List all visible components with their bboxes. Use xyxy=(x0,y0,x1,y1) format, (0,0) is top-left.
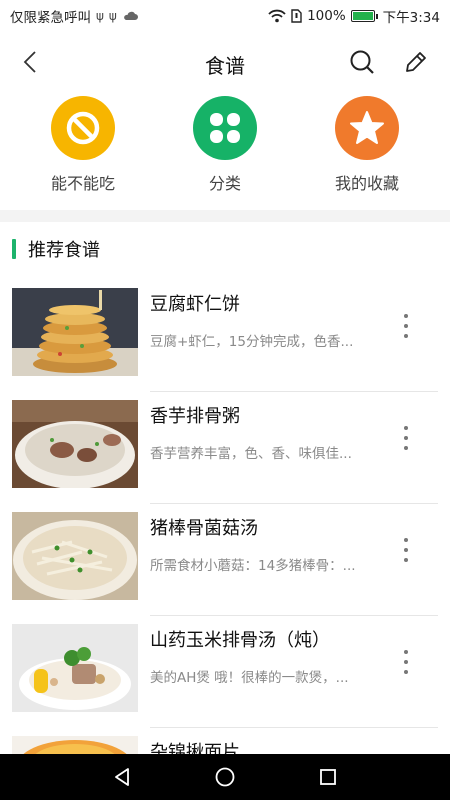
quick-action-favorites[interactable]: 我的收藏 xyxy=(307,96,427,206)
recipe-item[interactable]: 山药玉米排骨汤（炖） 美的AH煲 哦！很棒的一款煲，... xyxy=(0,616,450,728)
recipe-name: 豆腐虾仁饼 xyxy=(150,294,240,315)
recents-square-icon xyxy=(320,769,337,785)
search-icon xyxy=(350,50,374,74)
status-bar-right: 100% 下午3:34 xyxy=(268,6,440,26)
recipe-thumbnail xyxy=(12,288,138,376)
carrier-text: 仅限紧急呼叫 xyxy=(10,10,91,26)
usb-icon: ψ xyxy=(108,9,117,23)
usb-icon: ψ xyxy=(96,9,104,23)
recipe-item[interactable]: 香芋排骨粥 香芋营养丰富，色、香、味俱佳... xyxy=(0,392,450,504)
wifi-icon xyxy=(268,9,286,23)
recipe-item[interactable]: 猪棒骨菌菇汤 所需食材小蘑菇：14多猪棒骨：... xyxy=(0,504,450,616)
battery-percent: 100% xyxy=(307,8,346,24)
quick-action-label: 能不能吃 xyxy=(50,174,115,193)
quick-action-label: 我的收藏 xyxy=(334,174,399,193)
nav-home-button[interactable] xyxy=(210,762,240,792)
more-vertical-icon[interactable] xyxy=(400,426,412,450)
favorites-circle xyxy=(335,96,399,160)
status-bar: 仅限紧急呼叫 ψ ψ 100% 下午3:34 xyxy=(0,0,450,32)
section-title: 推荐食谱 xyxy=(28,240,100,261)
recipe-desc: 香芋营养丰富，色、香、味俱佳... xyxy=(150,446,352,462)
navigation-bar xyxy=(0,754,450,800)
can-eat-circle xyxy=(51,96,115,160)
back-triangle-icon xyxy=(114,768,129,786)
section-divider xyxy=(0,210,450,222)
recipe-name: 山药玉米排骨汤（炖） xyxy=(150,630,330,651)
recipe-screen: 仅限紧急呼叫 ψ ψ 100% 下午3:34 食谱 能不能吃 分类 我的收藏 推… xyxy=(0,0,450,800)
quick-actions: 能不能吃 分类 我的收藏 xyxy=(0,96,450,206)
more-vertical-icon[interactable] xyxy=(400,538,412,562)
section-accent-bar xyxy=(12,239,16,259)
recipe-name: 猪棒骨菌菇汤 xyxy=(150,518,258,539)
more-vertical-icon[interactable] xyxy=(400,314,412,338)
recipe-desc: 所需食材小蘑菇：14多猪棒骨：... xyxy=(150,558,356,574)
nav-recents-button[interactable] xyxy=(313,762,343,792)
app-header: 食谱 xyxy=(0,32,450,92)
battery-icon xyxy=(350,10,378,22)
search-button[interactable] xyxy=(348,48,376,76)
home-circle-icon xyxy=(215,767,235,787)
more-vertical-icon[interactable] xyxy=(400,650,412,674)
section-header: 推荐食谱 xyxy=(12,236,100,262)
sim-icon xyxy=(291,9,302,23)
recipe-desc: 豆腐+虾仁，15分钟完成，色香... xyxy=(150,334,354,350)
quick-action-can-eat[interactable]: 能不能吃 xyxy=(23,96,143,206)
quick-action-label: 分类 xyxy=(208,174,241,193)
recipe-thumbnail xyxy=(12,512,138,600)
recipe-thumbnail xyxy=(12,400,138,488)
recipe-desc: 美的AH煲 哦！很棒的一款煲，... xyxy=(150,670,349,686)
nav-back-button[interactable] xyxy=(107,762,137,792)
category-circle xyxy=(193,96,257,160)
recipe-item[interactable]: 豆腐虾仁饼 豆腐+虾仁，15分钟完成，色香... xyxy=(0,280,450,392)
star-icon xyxy=(350,111,384,144)
pencil-icon xyxy=(406,52,426,72)
page-title: 食谱 xyxy=(205,54,245,78)
status-bar-left: 仅限紧急呼叫 ψ ψ xyxy=(10,6,138,26)
recipe-name: 香芋排骨粥 xyxy=(150,406,240,427)
no-entry-icon xyxy=(66,111,100,145)
quick-action-category[interactable]: 分类 xyxy=(165,96,285,206)
clock: 下午3:34 xyxy=(382,10,440,26)
edit-button[interactable] xyxy=(402,48,430,76)
recipe-list: 豆腐虾仁饼 豆腐+虾仁，15分钟完成，色香... 香芋排骨粥 香芋营养丰富，色、… xyxy=(0,280,450,800)
grid-icon xyxy=(210,113,240,143)
recipe-thumbnail xyxy=(12,624,138,712)
cloud-icon xyxy=(123,11,138,20)
